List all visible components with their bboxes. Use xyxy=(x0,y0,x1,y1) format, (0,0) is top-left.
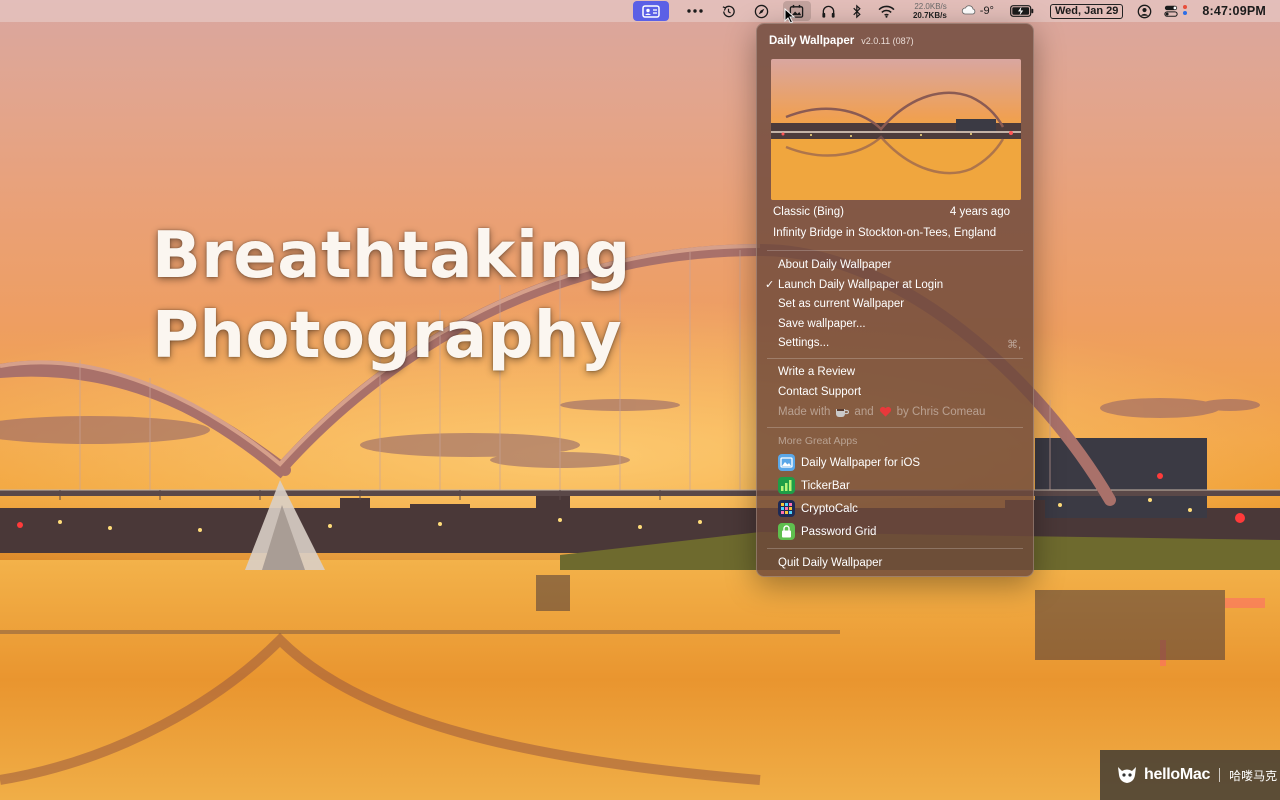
daily-wallpaper-ios-icon xyxy=(778,454,795,471)
wallpaper-age: 4 years ago xyxy=(949,206,1010,218)
wallpaper-preview-image xyxy=(771,59,1021,200)
watermark-divider xyxy=(1219,768,1221,782)
headphones-icon xyxy=(822,5,835,18)
bluetooth-icon xyxy=(853,3,861,19)
compass-menu[interactable] xyxy=(754,0,769,22)
wallpaper-headline: Breathtaking Photography xyxy=(152,216,631,376)
daily-wallpaper-dropdown: Daily Wallpaper v2.0.11 (087) Classic (B… xyxy=(756,23,1034,577)
more-apps-header: More Great Apps xyxy=(778,435,858,447)
control-center-icon xyxy=(1164,5,1179,17)
status-dots-icon xyxy=(1183,5,1188,15)
app-item-label: CryptoCalc xyxy=(801,502,858,515)
menu-item-quit[interactable]: Quit Daily Wallpaper xyxy=(778,557,882,569)
network-speed[interactable]: 22.0KB/s 20.7KB/s xyxy=(913,0,947,22)
made-with-credit: Made with and by Chris Comeau xyxy=(778,406,985,418)
app-item-label: TickerBar xyxy=(801,479,850,492)
app-item-label: Daily Wallpaper for iOS xyxy=(801,456,921,469)
battery-menu[interactable] xyxy=(1010,0,1034,22)
menubar-date: Wed, Jan 29 xyxy=(1049,3,1124,19)
hellomac-logo-icon xyxy=(1118,767,1136,783)
headline-line-2: Photography xyxy=(152,299,623,373)
password-grid-icon xyxy=(778,523,795,540)
menu-app-title: Daily Wallpaper xyxy=(769,35,855,47)
wallpaper-location-row: Infinity Bridge in Stockton-on-Tees, Eng… xyxy=(773,227,1010,239)
made-with-middle: and xyxy=(854,406,874,418)
weather-temperature: -9° xyxy=(979,5,994,17)
settings-shortcut: ⌘, xyxy=(1006,339,1021,351)
wallpaper-preview[interactable] xyxy=(771,59,1021,200)
app-item-cryptocalc[interactable]: CryptoCalc xyxy=(778,500,858,517)
headphones-menu[interactable] xyxy=(821,0,836,22)
wallpaper-source: Classic (Bing) xyxy=(773,206,844,218)
status-dots xyxy=(1182,0,1188,22)
cryptocalc-icon xyxy=(778,500,795,517)
menu-separator xyxy=(767,548,1023,549)
watermark-chinese: 哈喽马克 xyxy=(1229,768,1278,783)
menu-separator xyxy=(767,250,1023,251)
menu-app-version: v2.0.11 (087) xyxy=(861,36,914,46)
tickerbar-icon xyxy=(778,477,795,494)
wallpaper-source-row: Classic (Bing) 4 years ago xyxy=(773,206,1010,218)
history-menu[interactable] xyxy=(721,0,736,22)
user-card-menu[interactable] xyxy=(632,1,669,21)
menu-item-launch-at-login[interactable]: Launch Daily Wallpaper at Login xyxy=(778,279,943,291)
compass-icon xyxy=(754,4,769,18)
menu-bar: 22.0KB/s 20.7KB/s -9° Wed, Jan 29 8:47:0… xyxy=(0,0,1280,22)
made-with-suffix: by Chris Comeau xyxy=(896,406,986,418)
app-item-daily-wallpaper-ios[interactable]: Daily Wallpaper for iOS xyxy=(778,454,920,471)
user-circle-icon xyxy=(1138,4,1152,18)
cloud-snow-icon xyxy=(961,5,976,15)
network-upload-speed: 22.0KB/s xyxy=(914,2,947,11)
coffee-icon xyxy=(836,409,850,417)
app-item-tickerbar[interactable]: TickerBar xyxy=(778,477,850,494)
app-item-label: Password Grid xyxy=(801,525,877,538)
bridge-scene xyxy=(0,244,1280,800)
made-with-prefix: Made with xyxy=(778,406,831,418)
mouse-cursor-icon xyxy=(784,8,796,24)
more-menu[interactable] xyxy=(687,0,703,22)
wifi-menu[interactable] xyxy=(878,0,895,22)
menu-item-write-review[interactable]: Write a Review xyxy=(778,366,855,378)
watermark-brand: helloMac xyxy=(1144,766,1211,783)
headline-line-1: Breathtaking xyxy=(152,219,631,293)
app-item-password-grid[interactable]: Password Grid xyxy=(778,523,876,540)
menubar-time: 8:47:09PM xyxy=(1202,4,1266,18)
menu-item-contact-support[interactable]: Contact Support xyxy=(778,386,861,398)
menu-header: Daily Wallpaper v2.0.11 (087) xyxy=(769,35,914,47)
history-icon xyxy=(722,5,735,17)
menu-item-about[interactable]: About Daily Wallpaper xyxy=(778,259,891,271)
battery-charging-icon xyxy=(1010,5,1034,17)
checkmark-icon: ✓ xyxy=(765,279,775,291)
date-display[interactable]: Wed, Jan 29 xyxy=(1049,0,1124,22)
desktop-wallpaper: Breathtaking Photography xyxy=(0,0,1280,800)
hellomac-watermark: helloMac 哈喽马克 xyxy=(1100,750,1280,800)
control-center-menu[interactable] xyxy=(1164,0,1179,22)
menu-separator xyxy=(767,358,1023,359)
heart-icon xyxy=(879,406,891,417)
user-account-menu[interactable] xyxy=(1137,0,1152,22)
weather-menu[interactable]: -9° xyxy=(961,0,994,22)
bluetooth-menu[interactable] xyxy=(852,0,862,22)
more-dots-icon xyxy=(687,9,703,13)
menubar-clock[interactable]: 8:47:09PM xyxy=(1202,0,1266,22)
wifi-icon xyxy=(878,5,895,18)
menu-item-save-wallpaper[interactable]: Save wallpaper... xyxy=(778,318,866,330)
menu-item-settings[interactable]: Settings... xyxy=(778,337,829,349)
menu-separator xyxy=(767,427,1023,428)
wallpaper-location: Infinity Bridge in Stockton-on-Tees, Eng… xyxy=(773,227,997,239)
network-download-speed: 20.7KB/s xyxy=(912,11,947,20)
user-card-icon xyxy=(642,4,660,18)
menu-item-set-wallpaper[interactable]: Set as current Wallpaper xyxy=(778,298,904,310)
